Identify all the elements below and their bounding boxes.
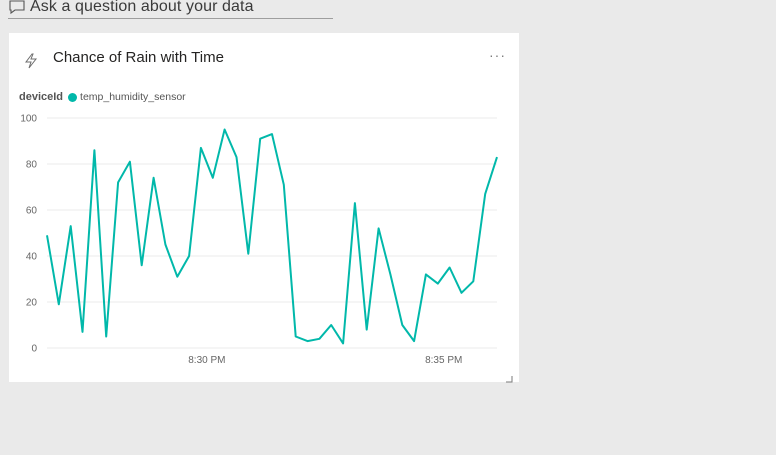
qa-search-bar[interactable]: Ask a question about your data (8, 0, 333, 19)
data-point[interactable] (163, 243, 167, 247)
data-point[interactable] (317, 337, 321, 341)
data-point[interactable] (329, 323, 333, 327)
data-point[interactable] (187, 254, 191, 258)
speech-bubble-icon (8, 0, 26, 16)
data-point[interactable] (128, 160, 132, 164)
data-point[interactable] (152, 176, 156, 180)
data-point[interactable] (341, 341, 345, 345)
qa-placeholder-text: Ask a question about your data (30, 0, 254, 15)
y-tick-label: 40 (26, 252, 38, 263)
data-point[interactable] (69, 224, 73, 228)
data-point[interactable] (294, 335, 298, 339)
data-point[interactable] (306, 339, 310, 343)
data-point[interactable] (471, 279, 475, 283)
data-point[interactable] (424, 272, 428, 276)
data-point[interactable] (246, 252, 250, 256)
data-point[interactable] (45, 233, 49, 237)
y-tick-label: 80 (26, 160, 38, 171)
data-point[interactable] (92, 148, 96, 152)
data-point[interactable] (459, 291, 463, 295)
y-tick-label: 20 (26, 298, 38, 309)
data-point[interactable] (353, 201, 357, 205)
data-point[interactable] (483, 192, 487, 196)
data-point[interactable] (282, 183, 286, 187)
data-point[interactable] (377, 226, 381, 230)
data-point[interactable] (258, 137, 262, 141)
data-point[interactable] (448, 266, 452, 270)
data-point[interactable] (365, 328, 369, 332)
chart-tile[interactable]: Chance of Rain with Time ··· deviceId te… (9, 33, 519, 383)
data-point[interactable] (223, 128, 227, 132)
data-point[interactable] (388, 272, 392, 276)
data-point[interactable] (400, 323, 404, 327)
resize-handle-icon[interactable] (506, 370, 513, 383)
data-point[interactable] (234, 155, 238, 159)
y-tick-label: 100 (20, 114, 37, 125)
data-point[interactable] (436, 282, 440, 286)
series-line-temp-humidity-sensor[interactable] (46, 128, 498, 345)
data-point[interactable] (116, 180, 120, 184)
x-tick-label: 8:30 PM (188, 355, 225, 366)
data-point[interactable] (270, 132, 274, 136)
line-chart: 0 20 40 60 80 100 8:30 PM 8:35 PM (20, 114, 499, 366)
y-tick-label: 0 (31, 344, 37, 355)
data-point[interactable] (81, 330, 85, 334)
y-tick-label: 60 (26, 206, 38, 217)
data-point[interactable] (140, 263, 144, 267)
data-point[interactable] (104, 335, 108, 339)
data-point[interactable] (199, 146, 203, 150)
x-tick-label: 8:35 PM (425, 355, 462, 366)
data-point[interactable] (211, 176, 215, 180)
data-point[interactable] (495, 155, 499, 159)
data-point[interactable] (57, 302, 61, 306)
data-point[interactable] (175, 275, 179, 279)
data-point[interactable] (412, 339, 416, 343)
